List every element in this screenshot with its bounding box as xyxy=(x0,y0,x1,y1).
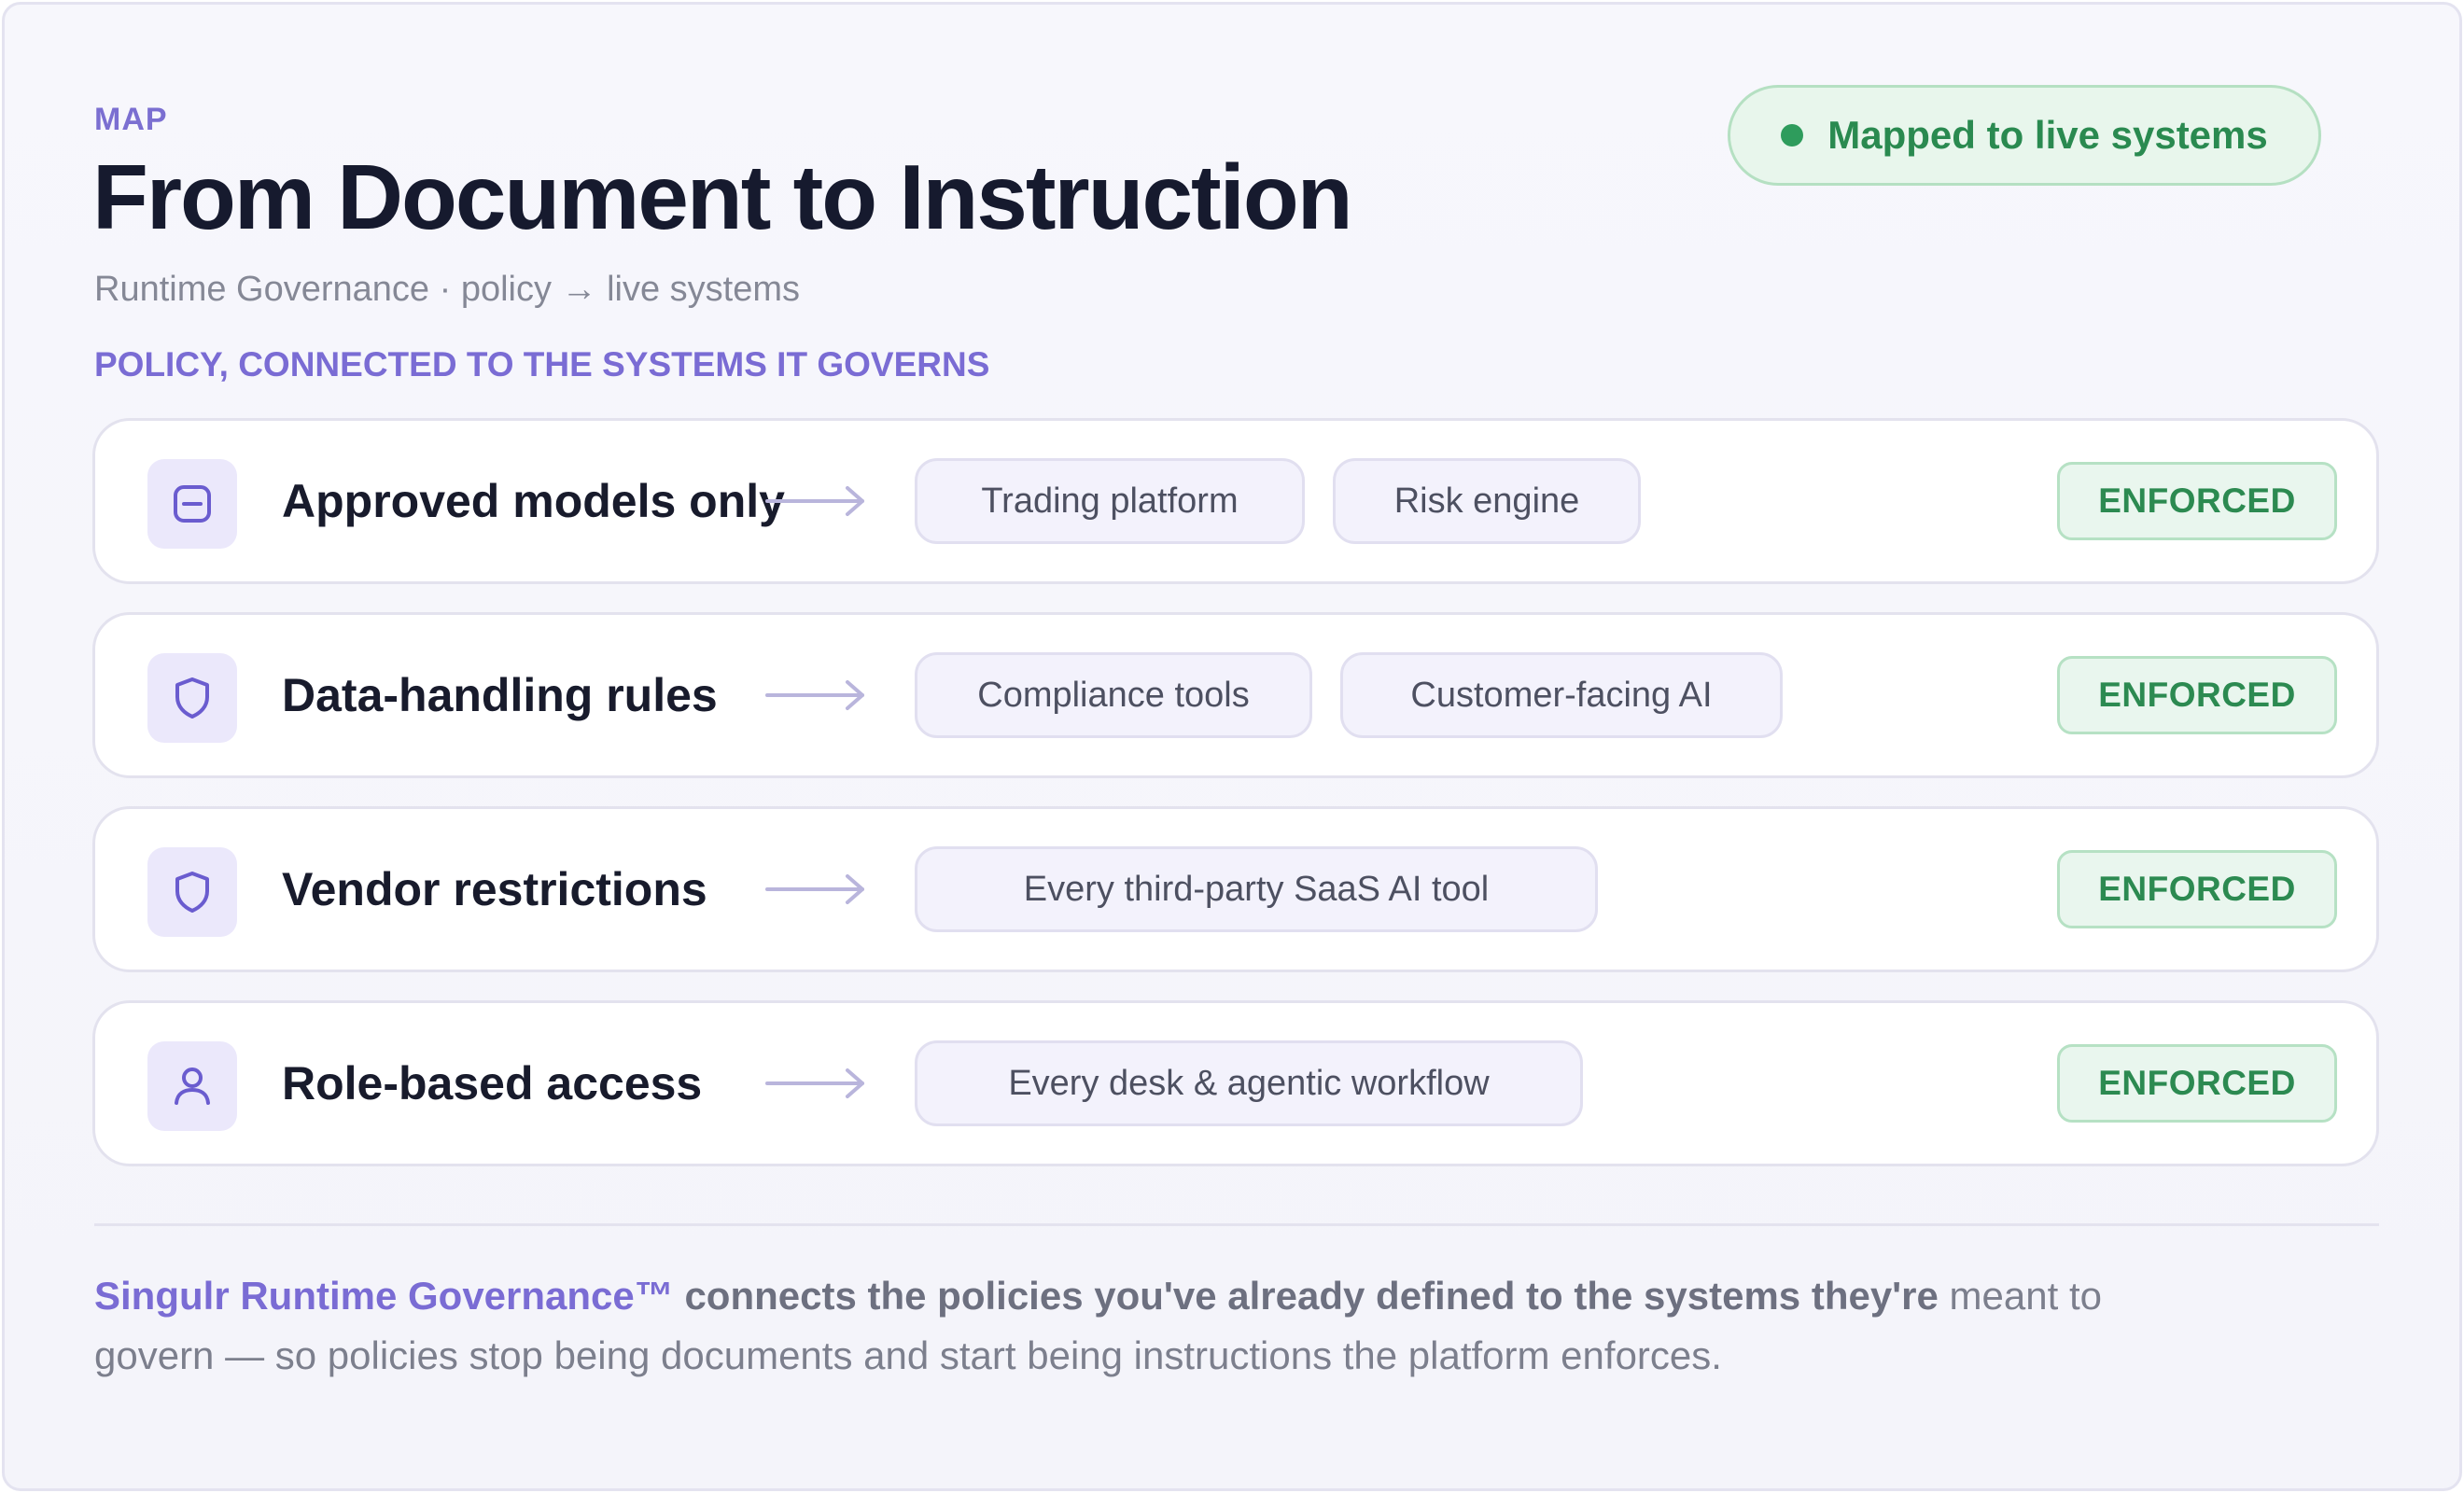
user-icon xyxy=(147,1041,237,1131)
system-chips: Every desk & agentic workflow xyxy=(915,1040,1583,1126)
policy-label: Data-handling rules xyxy=(282,669,718,721)
policy-label: Role-based access xyxy=(282,1057,703,1109)
arrow-right-icon xyxy=(765,486,864,516)
enforced-badge: ENFORCED xyxy=(2057,850,2337,928)
status-pill-label: Mapped to live systems xyxy=(1827,113,2268,157)
section-label: POLICY, CONNECTED TO THE SYSTEMS IT GOVE… xyxy=(94,345,990,384)
arrow-right-icon xyxy=(765,874,864,904)
system-chip[interactable]: Every desk & agentic workflow xyxy=(915,1040,1583,1126)
arrow-right-icon xyxy=(765,680,864,710)
shield-icon xyxy=(147,847,237,937)
policy-row-vendor-restrictions: Vendor restrictions Every third-party Sa… xyxy=(92,806,2379,972)
divider xyxy=(94,1223,2379,1226)
governance-map-card: MAP From Document to Instruction Runtime… xyxy=(2,2,2462,1491)
minus-square-icon xyxy=(147,459,237,549)
system-chip[interactable]: Every third-party SaaS AI tool xyxy=(915,846,1598,932)
shield-icon xyxy=(147,653,237,743)
brand-name: Singulr Runtime Governance™ xyxy=(94,1274,674,1318)
eyebrow-label: MAP xyxy=(94,102,168,137)
system-chips: Every third-party SaaS AI tool xyxy=(915,846,1598,932)
status-dot-icon xyxy=(1781,124,1804,147)
status-pill: Mapped to live systems xyxy=(1728,85,2321,186)
system-chip[interactable]: Trading platform xyxy=(915,458,1305,544)
policy-label: Vendor restrictions xyxy=(282,863,707,915)
system-chip[interactable]: Customer-facing AI xyxy=(1340,652,1783,738)
policy-row-role-based-access: Role-based access Every desk & agentic w… xyxy=(92,1000,2379,1166)
enforced-badge: ENFORCED xyxy=(2057,1044,2337,1123)
system-chip[interactable]: Risk engine xyxy=(1333,458,1641,544)
policy-row-data-handling: Data-handling rules Compliance tools Cus… xyxy=(92,612,2379,778)
page-subtitle: Runtime Governance · policy → live syste… xyxy=(94,270,801,309)
system-chip[interactable]: Compliance tools xyxy=(915,652,1312,738)
system-chips: Trading platform Risk engine xyxy=(915,458,1641,544)
policy-label: Approved models only xyxy=(282,475,785,527)
enforced-badge: ENFORCED xyxy=(2057,462,2337,540)
footer-emphasis: connects the policies you've already def… xyxy=(673,1274,1939,1318)
enforced-badge: ENFORCED xyxy=(2057,656,2337,734)
arrow-right-icon xyxy=(765,1068,864,1098)
footer-description: Singulr Runtime Governance™ connects the… xyxy=(94,1266,2148,1386)
page-title: From Document to Instruction xyxy=(92,146,1353,248)
system-chips: Compliance tools Customer-facing AI xyxy=(915,652,1783,738)
policy-row-approved-models: Approved models only Trading platform Ri… xyxy=(92,418,2379,584)
